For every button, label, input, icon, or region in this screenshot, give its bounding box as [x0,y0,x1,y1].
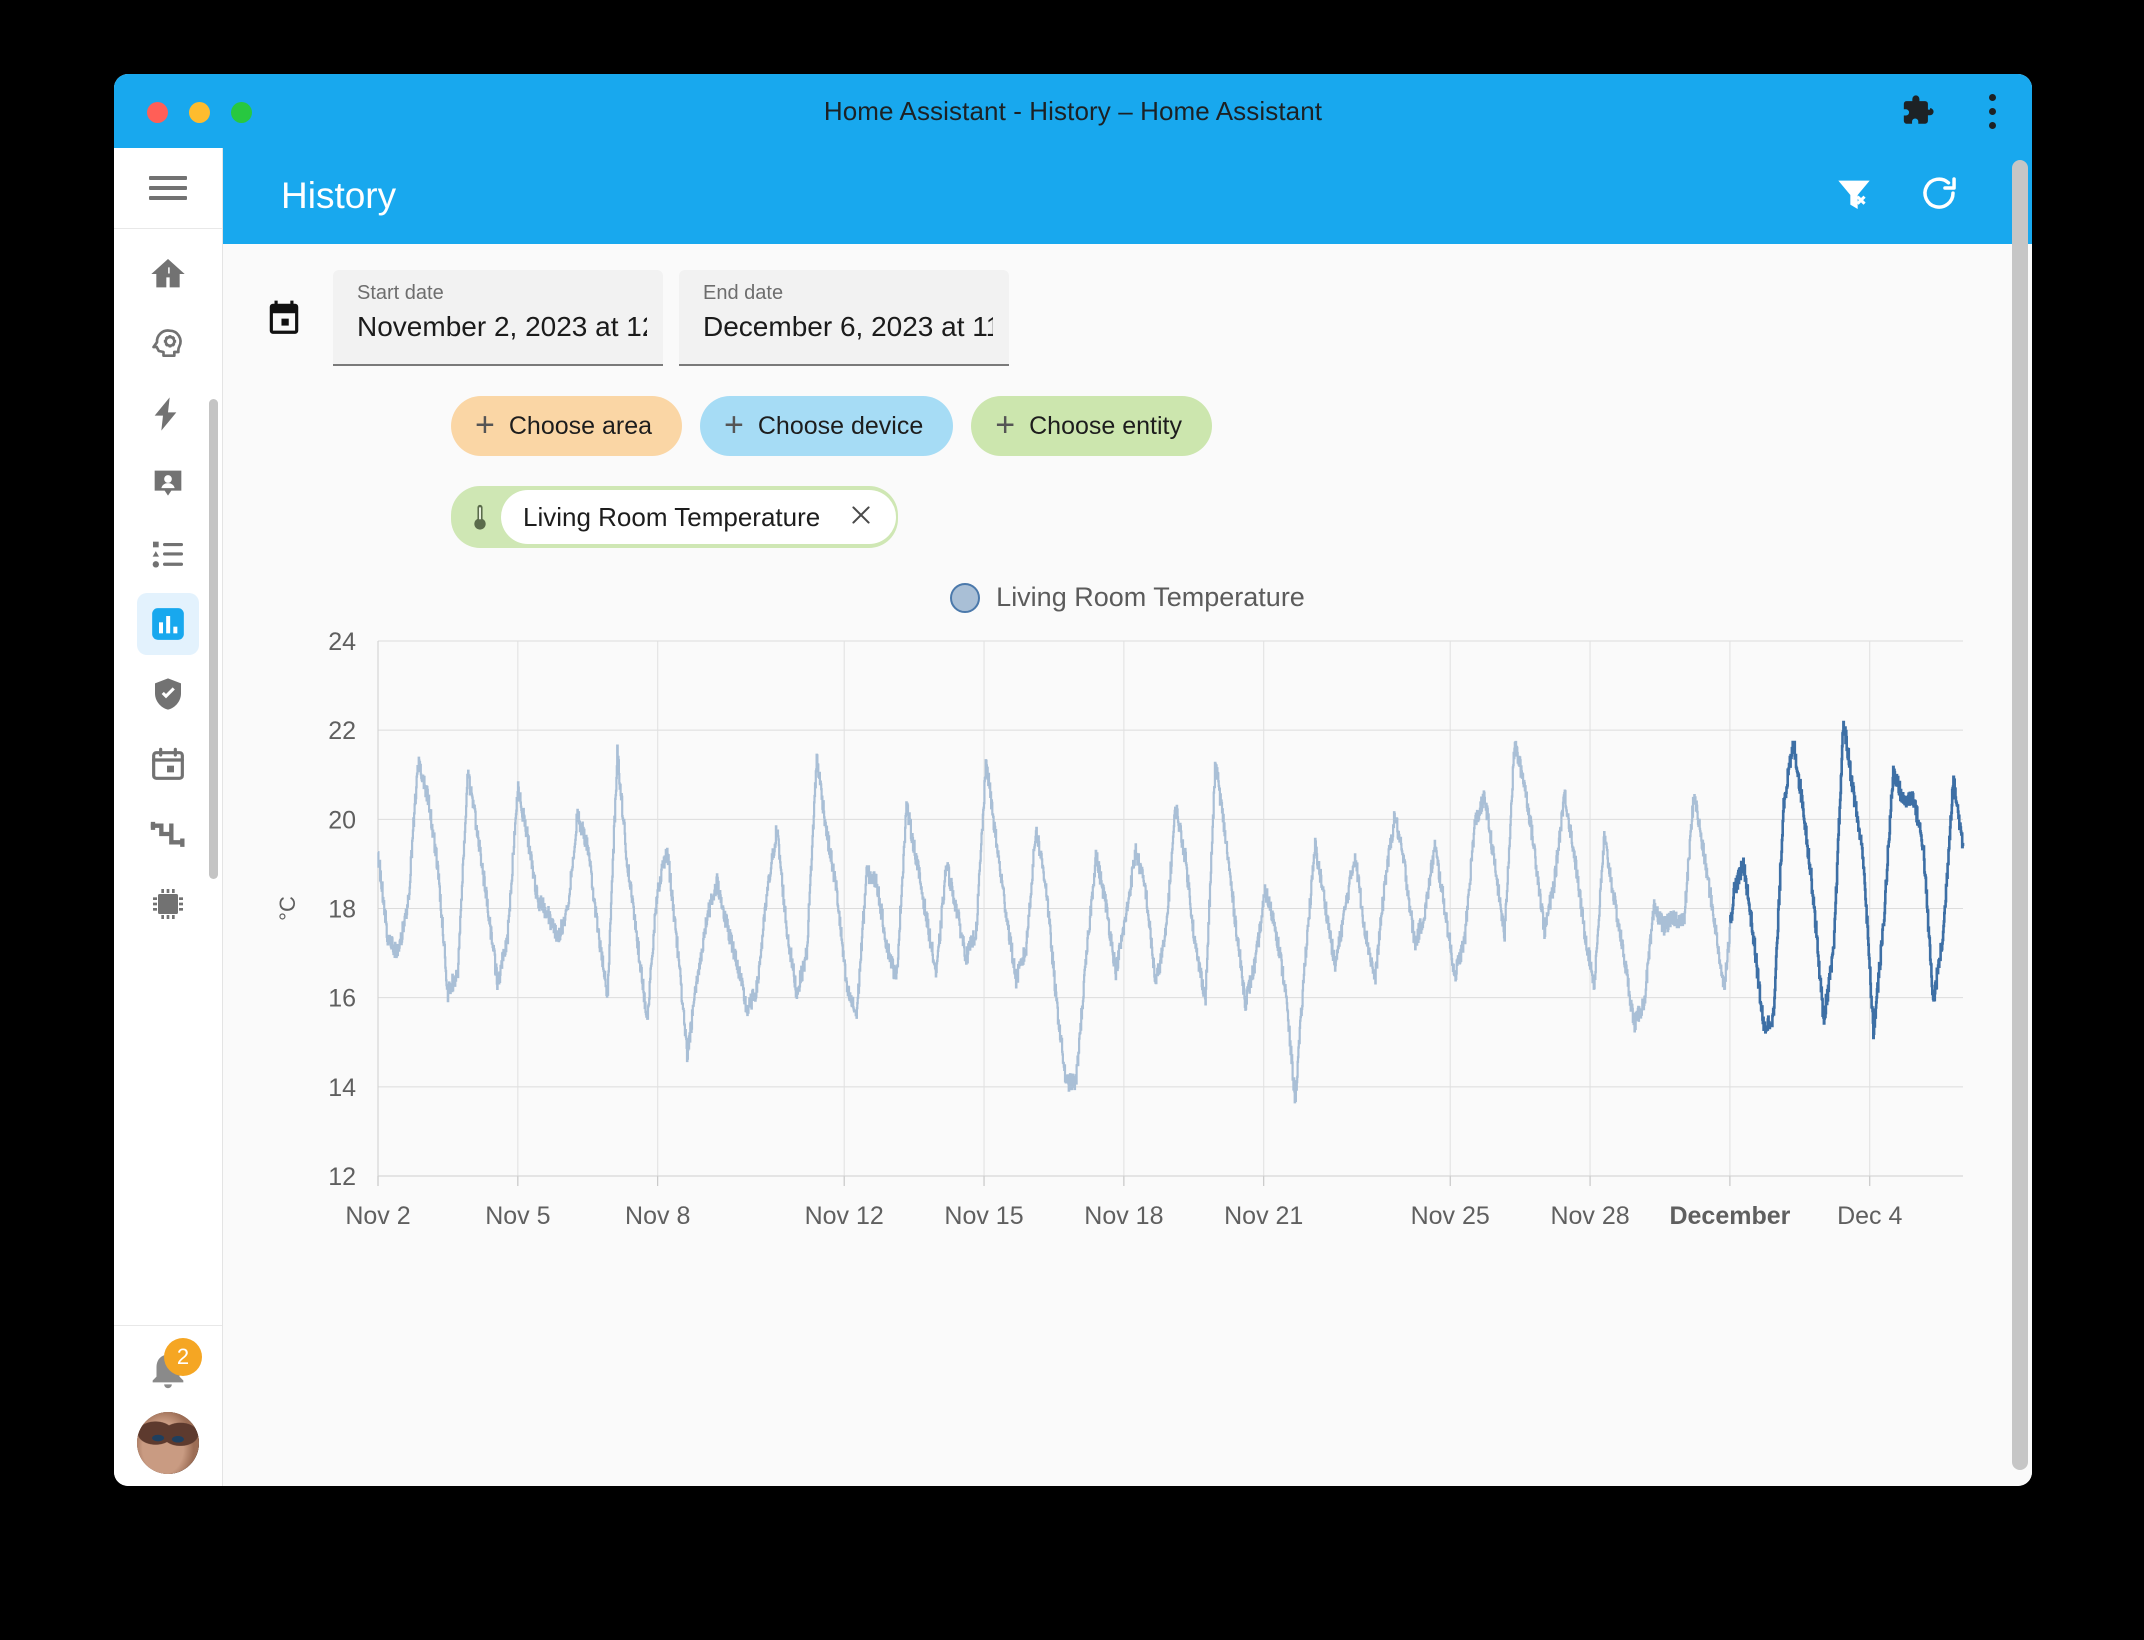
x-tick-label: Nov 8 [625,1202,690,1230]
y-tick-label: 20 [328,806,356,834]
calendar-icon [265,299,303,342]
notifications-button[interactable]: 2 [138,1340,198,1398]
browser-titlebar: Home Assistant - History – Home Assistan… [114,74,2032,148]
selected-entities-row: Living Room Temperature [223,486,2032,548]
x-tick-label: Dec 4 [1837,1202,1902,1230]
sidebar-item-assist[interactable] [114,309,222,379]
chart-legend[interactable]: Living Room Temperature [223,582,2032,613]
x-tick-label: Nov 15 [944,1202,1023,1230]
chip-icon [137,873,199,935]
x-tick-label: Nov 2 [345,1202,410,1230]
sidebar-item-automations[interactable] [114,799,222,869]
series-line-historical [378,742,1733,1102]
sidebar-footer: 2 [114,1325,222,1486]
choose-entity-label: Choose entity [1029,412,1182,441]
x-tick-label: Nov 28 [1550,1202,1629,1230]
y-tick-label: 16 [328,985,356,1013]
x-tick-label: Nov 25 [1411,1202,1490,1230]
date-range-row: Start date November 2, 2023 at 12:00 AM … [223,270,2032,366]
history-chart[interactable]: 12 14 16 18 20 22 24 °C Nov 2 Nov 5 Nov 8 Nov 12 Nov… [223,631,2032,1251]
sidebar-item-calendar[interactable] [114,729,222,799]
refresh-icon[interactable] [1918,173,1960,220]
avatar[interactable] [137,1412,199,1474]
app-toolbar: History [223,148,2032,244]
notification-count-badge: 2 [164,1338,202,1376]
sidebar-nav [114,229,222,1325]
plus-icon: + [724,408,744,442]
y-tick-label: 18 [328,896,356,924]
legend-label: Living Room Temperature [996,582,1305,613]
sidebar-item-energy[interactable] [114,379,222,449]
selected-entity-label: Living Room Temperature [523,502,820,533]
browser-actions [1901,74,2006,148]
hamburger-icon [149,170,187,206]
sidebar-item-hardware[interactable] [114,869,222,939]
choose-area-label: Choose area [509,412,652,441]
page-title: History [281,175,396,217]
selected-entity-chip[interactable]: Living Room Temperature [451,486,898,548]
y-tick-label: 14 [328,1074,356,1102]
start-date-value: November 2, 2023 at 12:00 AM [357,311,647,343]
sidebar-item-security[interactable] [114,659,222,729]
y-axis-label: °C [275,896,300,921]
y-tick-label: 22 [328,717,356,745]
end-date-field[interactable]: End date December 6, 2023 at 11:59 PM [679,270,1009,366]
sidebar: 2 [114,148,223,1486]
y-tick-label: 12 [328,1163,356,1191]
sidebar-item-map[interactable] [114,449,222,519]
selected-entity-body: Living Room Temperature [501,490,896,544]
start-date-label: Start date [357,282,647,305]
account-badge-icon [137,453,199,515]
close-icon[interactable] [848,502,874,533]
sidebar-toggle-button[interactable] [114,148,222,229]
end-date-value: December 6, 2023 at 11:59 PM [703,311,993,343]
home-assistant-app: History [223,148,2032,1486]
plus-icon: + [995,408,1015,442]
x-tick-label: Nov 18 [1084,1202,1163,1230]
sidebar-item-logbook[interactable] [114,519,222,589]
toolbar-actions [1834,148,1960,244]
brain-gear-icon [137,313,199,375]
chart-canvas: 12 14 16 18 20 22 24 °C Nov 2 Nov 5 Nov 8 Nov 12 Nov… [223,631,2032,1271]
sidebar-item-history[interactable] [114,589,222,659]
browser-window: Home Assistant - History – Home Assistan… [114,74,2032,1486]
chart-bar-icon [137,593,199,655]
screenshot-root: Home Assistant - History – Home Assistan… [0,0,2144,1640]
shield-check-icon [137,663,199,725]
puzzle-icon[interactable] [1901,94,1935,128]
x-tick-label: Nov 21 [1224,1202,1303,1230]
choose-entity-chip[interactable]: + Choose entity [971,396,1212,456]
legend-swatch [950,583,980,613]
x-tick-label: December [1669,1202,1790,1230]
filters-panel: Start date November 2, 2023 at 12:00 AM … [223,244,2032,548]
choose-chips-row: + Choose area + Choose device + Choose e… [223,396,2032,456]
calendar-icon [137,733,199,795]
series-line-recent [1730,722,1963,1038]
y-tick-label: 24 [328,631,356,656]
window-title: Home Assistant - History – Home Assistan… [114,74,2032,148]
home-icon [137,243,199,305]
plus-icon: + [475,408,495,442]
page-scrollbar[interactable] [2012,160,2028,1470]
choose-device-chip[interactable]: + Choose device [700,396,953,456]
choose-device-label: Choose device [758,412,923,441]
sitemap-icon [137,803,199,865]
thermometer-icon [453,490,507,544]
end-date-label: End date [703,282,993,305]
sidebar-item-overview[interactable] [114,239,222,309]
lightning-bolt-icon [137,383,199,445]
x-tick-label: Nov 12 [805,1202,884,1230]
start-date-field[interactable]: Start date November 2, 2023 at 12:00 AM [333,270,663,366]
x-tick-label: Nov 5 [485,1202,550,1230]
sidebar-scrollbar[interactable] [209,399,218,879]
list-icon [137,523,199,585]
filter-remove-icon[interactable] [1834,174,1874,219]
kebab-menu-icon[interactable] [1979,88,2006,135]
choose-area-chip[interactable]: + Choose area [451,396,682,456]
